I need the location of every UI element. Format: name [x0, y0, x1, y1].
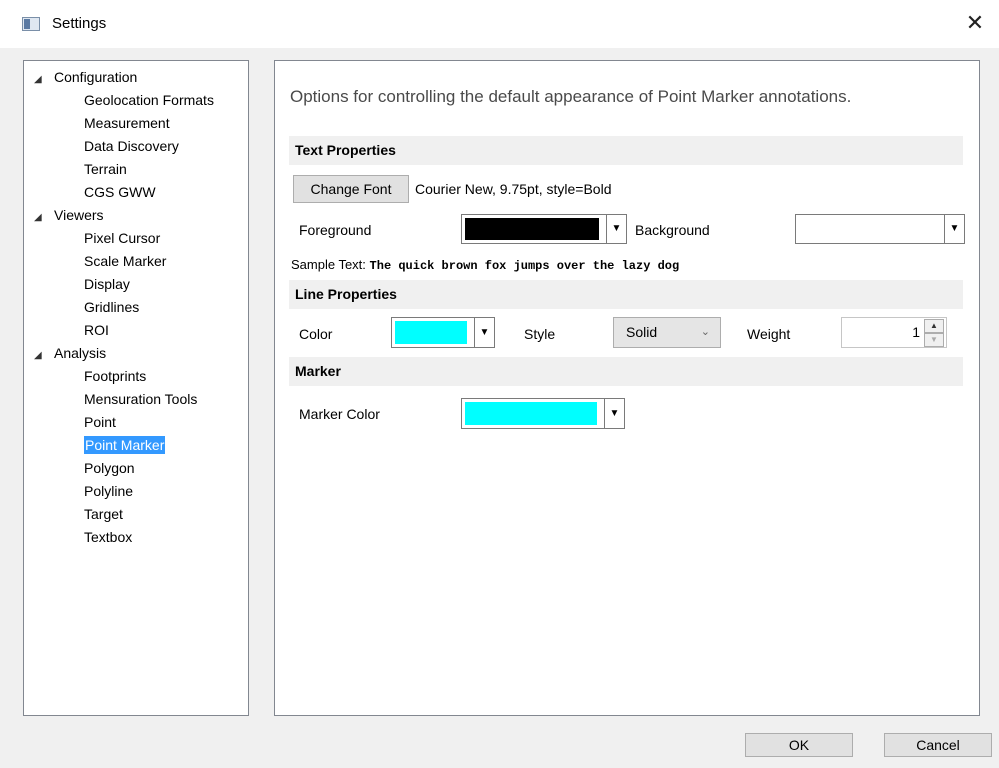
- expand-caret-icon[interactable]: ◢: [34, 206, 46, 229]
- chevron-down-icon[interactable]: ▼: [944, 215, 964, 243]
- chevron-down-icon[interactable]: ▼: [474, 318, 494, 347]
- tree-item-label: Terrain: [84, 161, 127, 177]
- title-bar: Settings ✕: [0, 0, 999, 48]
- text-properties-header: Text Properties: [289, 136, 963, 165]
- tree-item-label: Data Discovery: [84, 138, 179, 154]
- background-color-swatch: [799, 218, 937, 240]
- settings-content-panel: Options for controlling the default appe…: [274, 60, 980, 716]
- tree-item-label: Footprints: [84, 368, 147, 384]
- tree-item-label: Target: [84, 506, 123, 522]
- tree-item[interactable]: Mensuration Tools: [84, 388, 197, 411]
- tree-item-label: Scale Marker: [84, 253, 167, 269]
- tree-item-label: Analysis: [54, 345, 107, 361]
- tree-item-label: Polygon: [84, 460, 135, 476]
- tree-item[interactable]: ROI: [84, 319, 109, 342]
- marker-color-swatch: [465, 402, 597, 425]
- foreground-color-picker[interactable]: ▼: [461, 214, 627, 244]
- line-properties-header: Line Properties: [289, 280, 963, 309]
- tree-item-label: Display: [84, 276, 130, 292]
- tree-item[interactable]: Polyline: [84, 480, 133, 503]
- tree-item[interactable]: CGS GWW: [84, 181, 156, 204]
- sample-text-label: Sample Text:: [291, 257, 366, 272]
- tree-item[interactable]: ◢ Analysis: [34, 342, 106, 365]
- tree-item-label: Measurement: [84, 115, 170, 131]
- tree-item-label: Pixel Cursor: [84, 230, 161, 246]
- line-style-label: Style: [524, 326, 556, 342]
- tree-item[interactable]: Scale Marker: [84, 250, 166, 273]
- sample-text-row: Sample Text: The quick brown fox jumps o…: [291, 257, 679, 273]
- tree-item[interactable]: Terrain: [84, 158, 127, 181]
- tree-item-label: ROI: [84, 322, 109, 338]
- tree-item-label: Geolocation Formats: [84, 92, 214, 108]
- tree-item[interactable]: Data Discovery: [84, 135, 179, 158]
- tree-item[interactable]: Polygon: [84, 457, 135, 480]
- expand-caret-icon[interactable]: ◢: [34, 68, 46, 91]
- tree-item[interactable]: Target: [84, 503, 123, 526]
- line-weight-label: Weight: [747, 326, 791, 342]
- app-icon: [22, 17, 40, 31]
- line-style-dropdown[interactable]: Solid ⌄: [613, 317, 721, 348]
- cancel-button[interactable]: Cancel: [884, 733, 992, 757]
- spin-up-icon[interactable]: ▲: [924, 319, 944, 333]
- background-label: Background: [635, 222, 710, 238]
- tree-item-label: Polyline: [84, 483, 134, 499]
- line-style-value: Solid: [626, 324, 658, 340]
- tree-item-label: Viewers: [54, 207, 104, 223]
- tree-item[interactable]: ◢ Viewers: [34, 204, 104, 227]
- line-color-label: Color: [299, 326, 333, 342]
- foreground-label: Foreground: [299, 222, 372, 238]
- sample-text-preview: The quick brown fox jumps over the lazy …: [369, 259, 680, 273]
- line-weight-stepper[interactable]: 1 ▲ ▼: [841, 317, 947, 348]
- ok-button[interactable]: OK: [745, 733, 853, 757]
- marker-header: Marker: [289, 357, 963, 386]
- change-font-button[interactable]: Change Font: [293, 175, 409, 203]
- line-color-picker[interactable]: ▼: [391, 317, 495, 348]
- chevron-down-icon: ⌄: [700, 326, 710, 338]
- window-title: Settings: [52, 15, 107, 32]
- tree-item[interactable]: Point Marker: [84, 434, 166, 457]
- tree-item-label: CGS GWW: [84, 184, 156, 200]
- tree-item-label: Configuration: [54, 69, 138, 85]
- tree-item[interactable]: ◢ Configuration: [34, 66, 137, 89]
- panel-description: Options for controlling the default appe…: [290, 87, 852, 106]
- chevron-down-icon[interactable]: ▼: [606, 215, 626, 243]
- line-weight-value: 1: [912, 324, 920, 340]
- tree-item[interactable]: Geolocation Formats: [84, 89, 214, 112]
- line-color-swatch: [395, 321, 467, 344]
- tree-item-label: Point: [84, 414, 116, 430]
- font-info: Courier New, 9.75pt, style=Bold: [415, 181, 612, 197]
- background-color-picker[interactable]: ▼: [795, 214, 965, 244]
- tree-item-label: Mensuration Tools: [84, 391, 198, 407]
- close-icon[interactable]: ✕: [961, 10, 989, 38]
- tree-item[interactable]: Textbox: [84, 526, 132, 549]
- tree-item-label: Gridlines: [84, 299, 140, 315]
- tree-item[interactable]: Display: [84, 273, 130, 296]
- tree-item[interactable]: Measurement: [84, 112, 170, 135]
- chevron-down-icon[interactable]: ▼: [604, 399, 624, 428]
- tree-item-label: Textbox: [84, 529, 133, 545]
- marker-color-label: Marker Color: [299, 406, 380, 422]
- tree-item[interactable]: Gridlines: [84, 296, 139, 319]
- spin-down-icon[interactable]: ▼: [924, 333, 944, 347]
- marker-color-picker[interactable]: ▼: [461, 398, 625, 429]
- foreground-color-swatch: [465, 218, 599, 240]
- expand-caret-icon[interactable]: ◢: [34, 344, 46, 367]
- tree-item[interactable]: Pixel Cursor: [84, 227, 160, 250]
- tree-item[interactable]: Footprints: [84, 365, 146, 388]
- tree-item[interactable]: Point: [84, 411, 116, 434]
- tree-item-label: Point Marker: [84, 436, 166, 454]
- settings-tree[interactable]: ◢ Configuration Geolocation Formats Measure…: [23, 60, 249, 716]
